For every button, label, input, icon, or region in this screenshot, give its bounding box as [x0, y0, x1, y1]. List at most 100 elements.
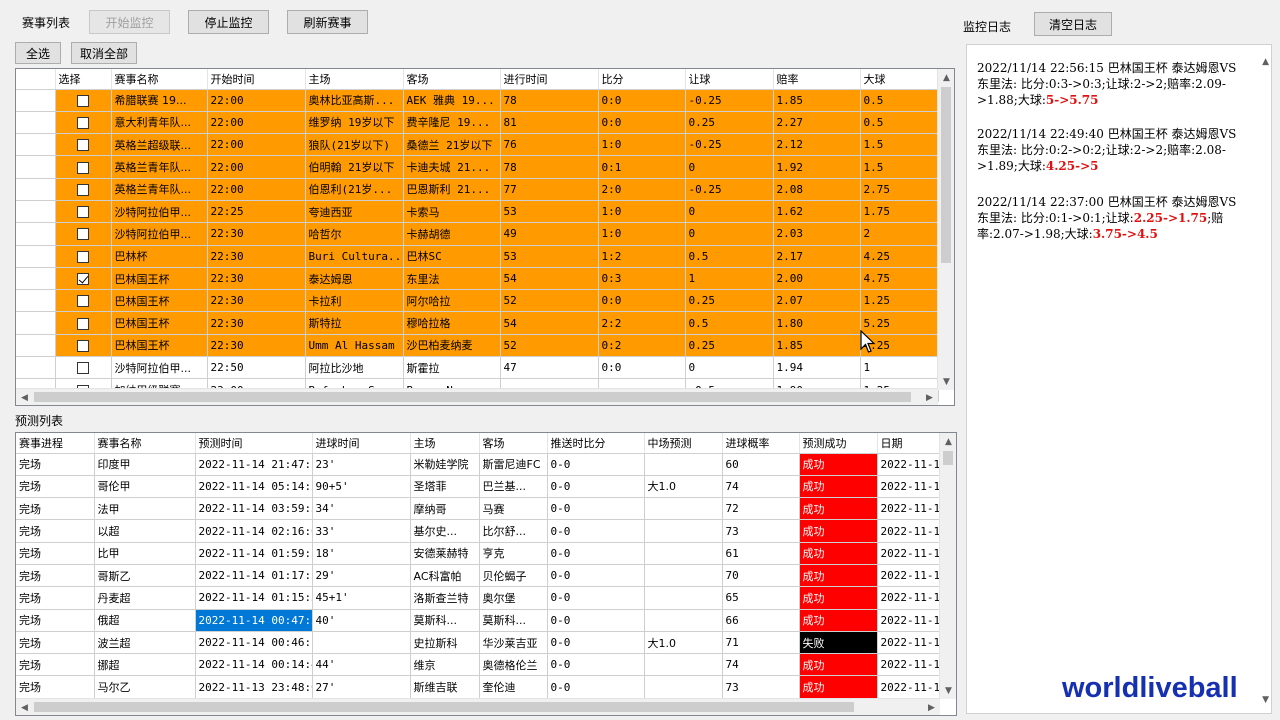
table-row[interactable]: 完场 以超 2022-11-14 02:16:05 33' 基尔史... 比尔舒... 0-…: [16, 519, 941, 543]
table-row[interactable]: 巴林国王杯 22:30 Umm Al Hassam 沙巴柏麦纳麦 52 0:2 0.25 1.…: [16, 334, 939, 358]
prediction-column-header[interactable]: 进球时间: [312, 433, 411, 454]
scroll-thumb[interactable]: [34, 392, 911, 402]
select-cell[interactable]: [55, 178, 112, 201]
select-checkbox[interactable]: [77, 295, 89, 308]
select-cell[interactable]: [55, 133, 112, 157]
scroll-right-arrow-icon[interactable]: ▶: [921, 389, 938, 405]
row-header[interactable]: [16, 311, 56, 335]
select-checkbox[interactable]: [77, 94, 89, 107]
select-checkbox[interactable]: [77, 339, 89, 352]
select-all-button[interactable]: 全选: [15, 42, 61, 64]
match-column-header[interactable]: 客场: [403, 69, 501, 90]
select-cell[interactable]: [55, 289, 112, 313]
select-checkbox[interactable]: [77, 161, 89, 174]
scroll-up-arrow-icon[interactable]: ▲: [938, 69, 954, 86]
match-column-header[interactable]: 进行时间: [500, 69, 599, 90]
select-checkbox[interactable]: [77, 317, 89, 330]
table-row[interactable]: 完场 丹麦超 2022-11-14 01:15:31 45+1' 洛斯查兰特 奥尔堡 0-0…: [16, 586, 941, 610]
row-header[interactable]: [16, 334, 56, 358]
match-column-header[interactable]: 比分: [598, 69, 686, 90]
table-row[interactable]: 巴林杯 22:30 Buri Cultura... 巴林SC 53 1:2 0.5 2.17 4…: [16, 245, 939, 268]
match-column-header[interactable]: 赛事名称: [111, 69, 208, 90]
select-cell[interactable]: [55, 245, 112, 268]
table-row[interactable]: 意大利青年队... 22:00 维罗纳 19岁以下 费辛隆尼 19... 81 0:0 0.…: [16, 111, 939, 135]
prediction-column-header[interactable]: 推送时比分: [547, 433, 645, 454]
prediction-column-header[interactable]: 赛事进程: [16, 433, 95, 454]
match-grid[interactable]: 选择 赛事名称 开始时间 主场 客场 进行时间 比分 让球 赔率 大球 希腊联赛 19... 22:…: [15, 68, 955, 406]
select-cell[interactable]: [55, 311, 112, 335]
select-checkbox[interactable]: [77, 206, 89, 219]
scroll-left-arrow-icon[interactable]: ◀: [16, 699, 33, 715]
row-header[interactable]: [16, 133, 56, 157]
select-checkbox[interactable]: [77, 250, 89, 263]
prediction-column-header[interactable]: 赛事名称: [94, 433, 196, 454]
select-checkbox[interactable]: [77, 362, 89, 375]
scroll-thumb[interactable]: [941, 87, 951, 263]
select-cell[interactable]: [55, 111, 112, 135]
match-column-header[interactable]: 赔率: [773, 69, 861, 90]
log-scroll-down-arrow-icon[interactable]: ▼: [1262, 695, 1269, 705]
table-row[interactable]: 完场 比甲 2022-11-14 01:59:20 18' 安德莱赫特 亨克 0-0 61 成功…: [16, 542, 941, 565]
table-row[interactable]: 沙特阿拉伯甲... 22:50 阿拉比沙地 斯霍拉 47 0:0 0 1.94 1: [16, 356, 939, 380]
table-row[interactable]: 希腊联赛 19... 22:00 奥林比亚高斯... AEK 雅典 19... 78 0:…: [16, 89, 939, 112]
prediction-column-header[interactable]: 日期: [877, 433, 941, 454]
select-cell[interactable]: [55, 267, 112, 291]
select-cell[interactable]: [55, 155, 112, 179]
scroll-left-arrow-icon[interactable]: ◀: [16, 389, 33, 405]
row-header[interactable]: [16, 222, 56, 246]
table-row[interactable]: 沙特阿拉伯甲... 22:30 哈哲尔 卡赫胡德 49 1:0 0 2.03 2: [16, 222, 939, 246]
row-header[interactable]: [16, 111, 56, 135]
log-scroll-up-arrow-icon[interactable]: ▲: [1262, 57, 1269, 67]
scroll-down-arrow-icon[interactable]: ▼: [938, 373, 954, 390]
row-header[interactable]: [16, 178, 56, 201]
refresh-matches-button[interactable]: 刷新赛事: [287, 10, 368, 34]
scroll-thumb[interactable]: [943, 451, 953, 465]
table-row[interactable]: 巴林国王杯 22:30 斯特拉 穆哈拉格 54 2:2 0.5 1.80 5.25: [16, 311, 939, 335]
table-row[interactable]: 完场 哥斯乙 2022-11-14 01:17:55 29' AC科富帕 贝伦蝎子 0-0 7…: [16, 564, 941, 588]
table-row[interactable]: 完场 哥伦甲 2022-11-14 05:14:29 90+5' 圣塔菲 巴兰基... 0-…: [16, 475, 941, 499]
match-vertical-scrollbar[interactable]: ▲ ▼: [937, 69, 954, 390]
monitor-log-panel[interactable]: 2022/11/14 22:56:15 巴林国王杯 泰达姆恩VS东里法: 比分:…: [966, 44, 1272, 714]
table-row[interactable]: 完场 印度甲 2022-11-14 21:47:26 23' 米勒娃学院 斯雷尼迪FC 0-…: [16, 453, 941, 476]
select-checkbox[interactable]: [77, 228, 89, 241]
scroll-right-arrow-icon[interactable]: ▶: [923, 699, 940, 715]
row-header[interactable]: [16, 245, 56, 268]
prediction-column-header[interactable]: 预测时间: [195, 433, 313, 454]
match-column-header[interactable]: 选择: [55, 69, 112, 90]
select-checkbox[interactable]: [77, 183, 89, 196]
select-cell[interactable]: [55, 89, 112, 112]
match-column-header[interactable]: 让球: [685, 69, 774, 90]
row-header[interactable]: [16, 155, 56, 179]
row-header[interactable]: [16, 89, 56, 112]
scroll-thumb[interactable]: [34, 702, 854, 712]
prediction-column-header[interactable]: 主场: [410, 433, 480, 454]
prediction-column-header[interactable]: 进球概率: [722, 433, 800, 454]
prediction-column-header[interactable]: 中场预测: [644, 433, 723, 454]
prediction-horizontal-scrollbar[interactable]: ◀ ▶: [16, 698, 940, 715]
table-row[interactable]: 巴林国王杯 22:30 卡拉利 阿尔哈拉 52 0:0 0.25 2.07 1.25: [16, 289, 939, 313]
row-header[interactable]: [16, 200, 56, 224]
table-row[interactable]: 沙特阿拉伯甲... 22:25 夸迪西亚 卡索马 53 1:0 0 1.62 1.75: [16, 200, 939, 224]
match-column-header[interactable]: 主场: [305, 69, 404, 90]
prediction-column-header[interactable]: 预测成功: [799, 433, 878, 454]
table-row[interactable]: 完场 俄超 2022-11-14 00:47:55 40' 莫斯科... 莫斯科... 0-…: [16, 609, 941, 632]
scroll-up-arrow-icon[interactable]: ▲: [940, 433, 956, 450]
select-cell[interactable]: [55, 356, 112, 380]
table-row[interactable]: 英格兰青年队... 22:00 伯恩利(21岁... 巴恩斯利 21... 77 2:0-…: [16, 178, 939, 201]
table-row[interactable]: 英格兰青年队... 22:00 伯明翰 21岁以下 卡迪夫城 21... 78 0:1 0 1…: [16, 155, 939, 179]
stop-monitor-button[interactable]: 停止监控: [188, 10, 269, 34]
match-column-header[interactable]: 大球: [860, 69, 939, 90]
select-cell[interactable]: [55, 334, 112, 358]
table-row[interactable]: 巴林国王杯 22:30 泰达姆恩 东里法 54 0:3 1 2.00 4.75: [16, 267, 939, 291]
select-checkbox[interactable]: [77, 273, 89, 286]
select-checkbox[interactable]: [77, 139, 89, 152]
clear-log-button[interactable]: 清空日志: [1034, 12, 1112, 36]
table-row[interactable]: 英格兰超级联... 22:00 狼队(21岁以下) 桑德兰 21岁以下 76 1:0 -0.…: [16, 133, 939, 157]
table-row[interactable]: 完场 波兰超 2022-11-14 00:46:18 史拉斯科 华沙莱吉亚 0-0 大1.0…: [16, 631, 941, 655]
scroll-down-arrow-icon[interactable]: ▼: [940, 682, 956, 699]
select-checkbox[interactable]: [77, 116, 89, 129]
select-cell[interactable]: [55, 222, 112, 246]
row-header[interactable]: [16, 356, 56, 380]
prediction-column-header[interactable]: 客场: [479, 433, 548, 454]
table-row[interactable]: 完场 法甲 2022-11-14 03:59:32 34' 摩纳哥 马赛 0-0 72 成功 20…: [16, 497, 941, 521]
